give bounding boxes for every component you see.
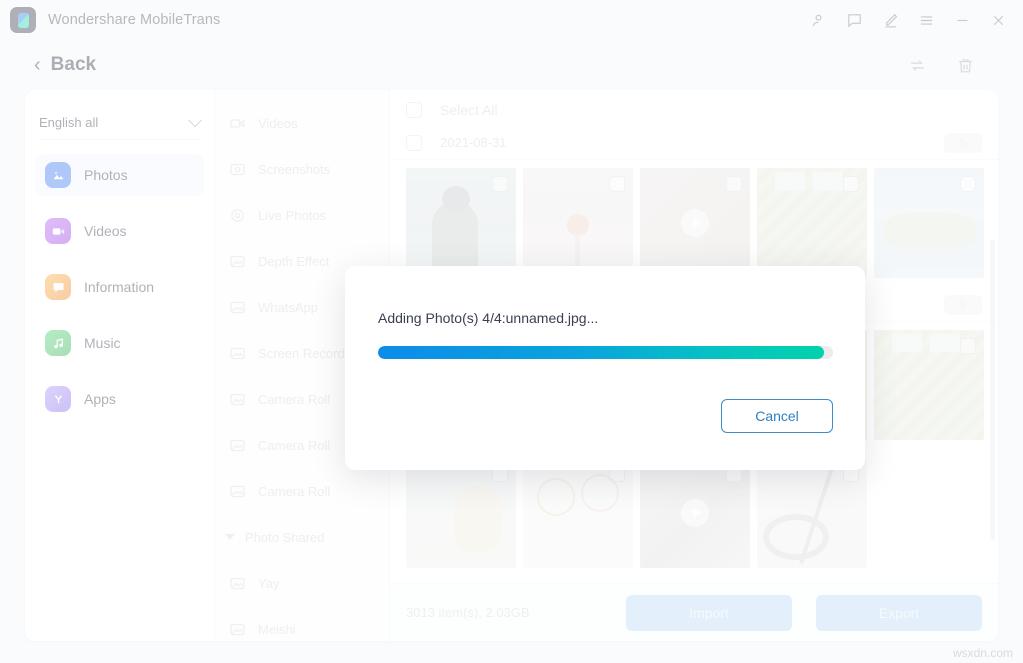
progress-bar-track [378,346,833,359]
application-window: Wondershare MobileTrans [0,0,1023,663]
cancel-button[interactable]: Cancel [721,399,833,433]
progress-message: Adding Photo(s) 4/4:unnamed.jpg... [378,310,599,326]
modal-actions: Cancel [378,399,833,433]
progress-bar-fill [378,346,824,359]
progress-dialog: Adding Photo(s) 4/4:unnamed.jpg... Cance… [345,266,865,470]
